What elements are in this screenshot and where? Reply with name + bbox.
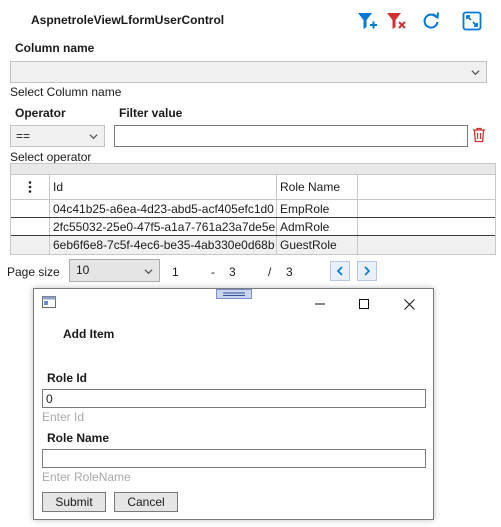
column-header-id[interactable]: Id [50, 174, 277, 199]
data-grid: Id Role Name 04c41b25-a6ea-4d23-abd5-acf… [10, 163, 496, 255]
column-header-filler [358, 174, 495, 199]
delete-filter-button[interactable] [472, 127, 488, 143]
minimize-icon [315, 303, 325, 305]
column-options-button[interactable] [11, 174, 50, 199]
page-range-dash: - [211, 265, 215, 279]
operator-select[interactable]: == [10, 125, 105, 147]
cell-id[interactable]: 04c41b25-a6ea-4d23-abd5-acf405efc1d0 [50, 200, 277, 217]
page-total: 3 [286, 265, 293, 279]
operator-label: Operator [15, 106, 66, 120]
fullscreen-icon [462, 11, 482, 31]
column-name-select[interactable] [10, 61, 487, 83]
cell-role-name[interactable]: EmpRole [277, 200, 358, 217]
fullscreen-button[interactable] [460, 9, 484, 33]
table-row[interactable]: 2fc55032-25e0-47f5-a1a7-761a23a7de5e Adm… [11, 218, 495, 236]
role-name-input[interactable] [42, 449, 426, 468]
refresh-icon [423, 12, 439, 29]
page-title: AspnetroleViewLformUserControl [31, 13, 225, 27]
column-header-role-name[interactable]: Role Name [277, 174, 358, 199]
chevron-down-icon [144, 269, 153, 275]
page-size-label: Page size [7, 265, 60, 279]
page-range-start: 1 [172, 265, 179, 279]
role-id-input[interactable]: 0 [42, 389, 426, 408]
add-item-dialog: Add Item Role Id 0 Enter Id Role Name En… [33, 288, 434, 520]
cell-id[interactable]: 2fc55032-25e0-47f5-a1a7-761a23a7de5e [50, 218, 277, 235]
grid-header-row: Id Role Name [11, 174, 495, 200]
previous-page-button[interactable] [330, 261, 350, 281]
chevron-down-icon [471, 70, 480, 76]
more-vertical-icon [28, 180, 32, 193]
page-size-value: 10 [76, 263, 90, 277]
row-header[interactable] [11, 218, 50, 235]
row-header[interactable] [11, 200, 50, 217]
grip-icon [223, 292, 245, 296]
close-button[interactable] [394, 293, 424, 315]
chevron-down-icon [89, 134, 98, 140]
cell-filler [358, 200, 495, 217]
column-name-hint: Select Column name [10, 85, 122, 99]
maximize-button[interactable] [349, 293, 379, 315]
trash-icon [473, 127, 485, 143]
role-id-label: Role Id [47, 371, 88, 385]
drag-handle[interactable] [216, 289, 252, 299]
operator-hint: Select operator [10, 150, 92, 164]
refresh-button[interactable] [419, 9, 443, 33]
app-icon [42, 296, 56, 308]
page-range-separator: / [268, 265, 272, 279]
operator-value: == [16, 129, 31, 143]
dialog-title: Add Item [63, 327, 115, 341]
clear-filter-button[interactable] [384, 9, 408, 33]
cancel-button[interactable]: Cancel [114, 492, 178, 512]
submit-button[interactable]: Submit [42, 492, 106, 512]
clear-filter-icon [387, 13, 406, 29]
next-page-button[interactable] [357, 261, 377, 281]
table-row[interactable]: 6eb6f6e8-7c5f-4ec6-be35-4ab330e0d68b Gue… [11, 236, 495, 254]
filter-value-input[interactable] [114, 125, 468, 147]
add-filter-button[interactable] [355, 9, 379, 33]
cell-role-name[interactable]: GuestRole [277, 236, 358, 254]
column-name-label: Column name [15, 41, 95, 55]
chevron-right-icon [364, 266, 371, 276]
chevron-left-icon [336, 266, 343, 276]
cell-role-name[interactable]: AdmRole [277, 218, 358, 235]
close-icon [403, 298, 415, 310]
role-id-value: 0 [46, 392, 53, 406]
cell-filler [358, 236, 495, 254]
filter-value-label: Filter value [119, 106, 183, 120]
role-name-label: Role Name [47, 431, 110, 445]
minimize-button[interactable] [305, 293, 335, 315]
add-filter-icon [358, 13, 377, 29]
page-size-select[interactable]: 10 [69, 259, 160, 282]
row-header[interactable] [11, 236, 50, 254]
maximize-icon [359, 299, 369, 309]
table-row[interactable]: 04c41b25-a6ea-4d23-abd5-acf405efc1d0 Emp… [11, 200, 495, 218]
cell-id[interactable]: 6eb6f6e8-7c5f-4ec6-be35-4ab330e0d68b [50, 236, 277, 254]
page-range-end: 3 [229, 265, 236, 279]
role-id-hint: Enter Id [42, 410, 85, 424]
cell-filler [358, 218, 495, 235]
role-name-hint: Enter RoleName [42, 470, 131, 484]
